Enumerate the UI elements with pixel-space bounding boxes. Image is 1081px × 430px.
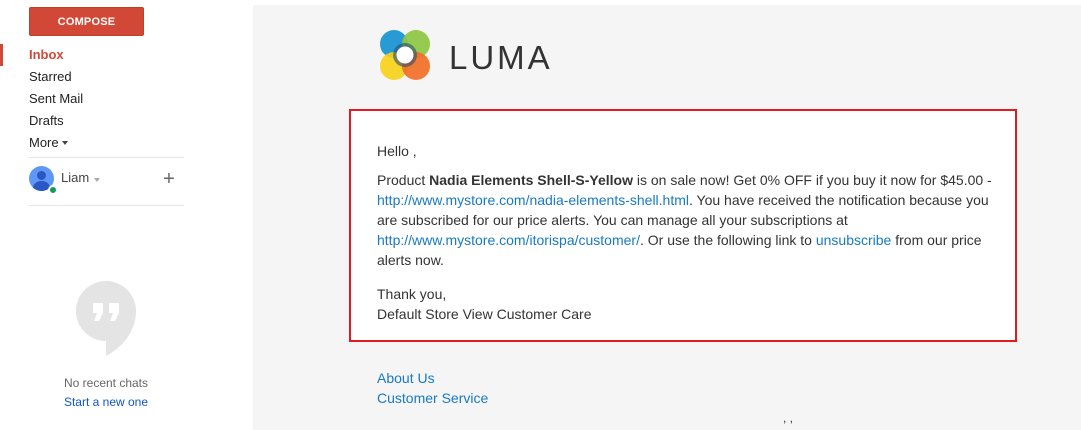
start-new-chat-link[interactable]: Start a new one — [0, 395, 212, 409]
divider — [29, 157, 184, 158]
email-message-box: Hello , Product Nadia Elements Shell-S-Y… — [349, 109, 1017, 342]
footer-links: About Us Customer Service — [377, 368, 488, 408]
sale-paragraph: Product Nadia Elements Shell-S-Yellow is… — [377, 170, 992, 270]
sidebar-item-drafts[interactable]: Drafts — [0, 110, 253, 132]
greeting: Hello , — [377, 143, 417, 159]
add-chat-button[interactable]: + — [160, 168, 178, 190]
manage-subscriptions-link[interactable]: http://www.mystore.com/itorispa/customer… — [377, 232, 640, 248]
no-recent-chats-text: No recent chats — [63, 376, 149, 390]
divider — [29, 205, 184, 206]
sidebar: COMPOSE Inbox Starred Sent Mail Drafts M… — [0, 0, 253, 430]
hangouts-quote-icon — [76, 281, 136, 356]
sidebar-item-sent-mail[interactable]: Sent Mail — [0, 88, 253, 110]
unsubscribe-link[interactable]: unsubscribe — [816, 232, 892, 248]
luma-logo-icon — [380, 30, 430, 80]
compose-button[interactable]: COMPOSE — [29, 7, 144, 36]
sidebar-item-inbox[interactable]: Inbox — [0, 44, 253, 66]
unsubscribe-prefix: . Or use the following link to — [639, 232, 816, 248]
more-label: More — [29, 135, 59, 150]
email-body: Hello , Product Nadia Elements Shell-S-Y… — [377, 141, 992, 333]
signature: Default Store View Customer Care — [377, 306, 592, 322]
user-row: Liam + — [29, 166, 184, 196]
product-link[interactable]: http://www.mystore.com/nadia-elements-sh… — [377, 192, 689, 208]
signoff-block: Thank you, Default Store View Customer Ca… — [377, 284, 992, 324]
product-name: Nadia Elements Shell-S-Yellow — [429, 172, 633, 188]
chevron-down-icon — [61, 140, 68, 145]
presence-status-icon — [48, 185, 58, 195]
brand-name: LUMA — [449, 39, 553, 76]
customer-service-link[interactable]: Customer Service — [377, 388, 488, 408]
signoff: Thank you, — [377, 286, 447, 302]
sale-text: is on sale now! Get 0% OFF if you buy it… — [632, 172, 992, 188]
sidebar-item-starred[interactable]: Starred — [0, 66, 253, 88]
sale-prefix: Product — [377, 172, 430, 188]
email-view: LUMA Hello , Product Nadia Elements Shel… — [253, 5, 1081, 430]
user-menu-chevron-icon[interactable] — [94, 178, 100, 182]
footer-address-text: , , — [783, 411, 794, 425]
user-name[interactable]: Liam — [61, 170, 89, 185]
about-us-link[interactable]: About Us — [377, 368, 488, 388]
sidebar-item-more[interactable]: More — [0, 132, 253, 154]
mail-nav: Inbox Starred Sent Mail Drafts More — [0, 44, 253, 154]
